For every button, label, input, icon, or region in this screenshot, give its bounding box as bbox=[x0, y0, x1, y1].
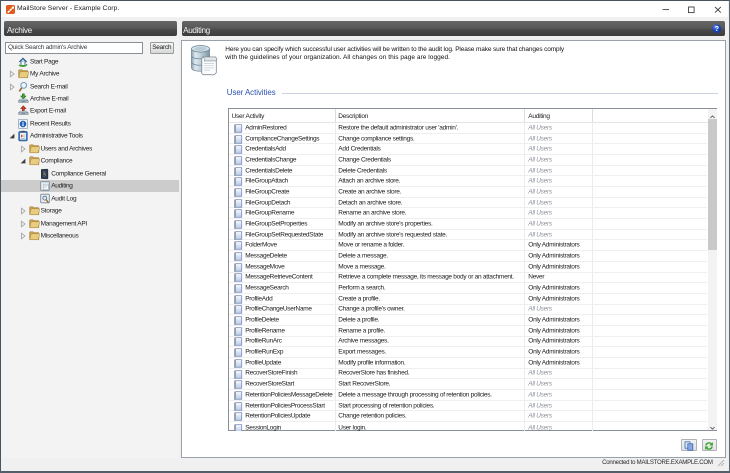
svg-text:?: ? bbox=[715, 26, 719, 33]
svg-text:§: § bbox=[43, 172, 46, 178]
